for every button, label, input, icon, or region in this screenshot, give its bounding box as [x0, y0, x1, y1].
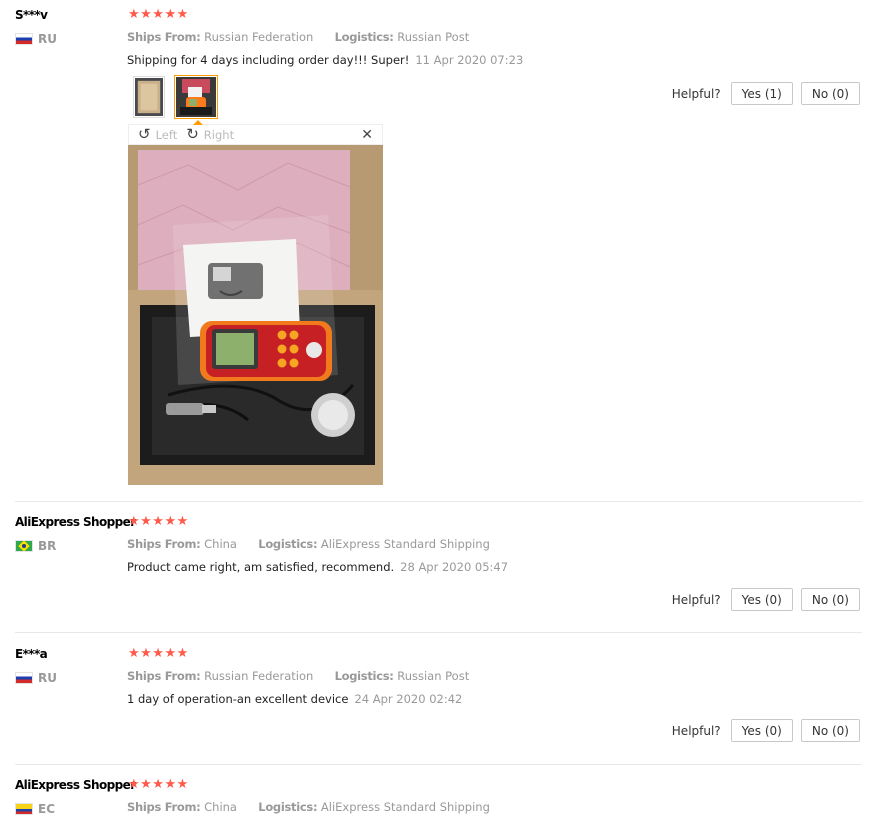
star-rating: ★★★★★ — [128, 514, 189, 529]
review-text: 1 day of operation-an excellent device 24… — [127, 692, 462, 706]
brazil-flag-icon — [15, 540, 33, 552]
country-code: RU — [38, 671, 57, 685]
ships-from-value: China — [204, 537, 237, 551]
helpful-label: Helpful? — [671, 86, 721, 101]
reviewer-country: RU — [15, 671, 57, 685]
rotate-left-label: Left — [155, 127, 178, 142]
review-body: Product came right, am satisfied, recomm… — [127, 560, 395, 574]
review-date: 11 Apr 2020 07:23 — [415, 53, 524, 67]
helpful-vote: Helpful? Yes (0) No (0) — [672, 588, 860, 611]
ships-from-label: Ships From: — [127, 537, 201, 551]
review-divider — [15, 501, 862, 502]
helpful-label: Helpful? — [671, 592, 721, 607]
country-code: EC — [38, 802, 56, 816]
helpful-label: Helpful? — [671, 723, 721, 738]
review-divider — [15, 632, 862, 633]
helpful-vote: Helpful? Yes (1) No (0) — [672, 82, 860, 105]
reviewer-name: AliExpress Shopper — [15, 778, 136, 792]
close-icon[interactable]: ✕ — [361, 127, 373, 143]
photo-thumbnail-selected[interactable] — [174, 75, 218, 119]
image-viewer-toolbar: ↺ Left ↻ Right ✕ — [128, 120, 383, 145]
review-text: Shipping for 4 days including order day!… — [127, 53, 523, 67]
ecuador-flag-icon — [15, 803, 33, 815]
logistics-label: Logistics: — [334, 669, 394, 683]
reviewer-name: AliExpress Shopper — [15, 515, 136, 529]
russia-flag-icon — [15, 33, 33, 45]
ships-from-label: Ships From: — [127, 30, 201, 44]
logistics-value: Russian Post — [397, 30, 470, 44]
shipping-info: Ships From: China Logistics: AliExpress … — [127, 800, 490, 814]
logistics-label: Logistics: — [334, 30, 394, 44]
helpful-no-button[interactable]: No (0) — [800, 588, 860, 611]
shipping-info: Ships From: Russian Federation Logistics… — [127, 669, 469, 683]
reviewer-country: BR — [15, 539, 56, 553]
reviewer-name: S***v — [15, 8, 48, 22]
rotate-right-label: Right — [203, 127, 235, 142]
review-divider — [15, 764, 862, 765]
photo-thumbnail[interactable] — [133, 76, 165, 118]
country-code: BR — [38, 539, 57, 553]
photo-thumbnails — [133, 75, 218, 119]
reviewer-country: EC — [15, 802, 55, 816]
helpful-yes-button[interactable]: Yes (1) — [730, 82, 793, 105]
country-code: RU — [38, 32, 57, 46]
reviewer-name: E***a — [15, 647, 48, 661]
review-date: 28 Apr 2020 05:47 — [400, 560, 509, 574]
helpful-yes-button[interactable]: Yes (0) — [730, 588, 793, 611]
rotate-right-icon: ↻ — [186, 125, 199, 143]
rotate-left-icon: ↺ — [138, 125, 151, 143]
star-rating: ★★★★★ — [128, 7, 189, 22]
review-body: Shipping for 4 days including order day!… — [127, 53, 410, 67]
logistics-label: Logistics: — [258, 800, 318, 814]
ships-from-value: Russian Federation — [204, 669, 314, 683]
helpful-yes-button[interactable]: Yes (0) — [730, 719, 793, 742]
shipping-info: Ships From: China Logistics: AliExpress … — [127, 537, 490, 551]
russia-flag-icon — [15, 672, 33, 684]
helpful-no-button[interactable]: No (0) — [800, 719, 860, 742]
review-text: Product came right, am satisfied, recomm… — [127, 560, 508, 574]
logistics-value: AliExpress Standard Shipping — [320, 800, 490, 814]
logistics-value: AliExpress Standard Shipping — [320, 537, 490, 551]
rotate-right-button[interactable]: ↻ Right — [186, 127, 234, 142]
ships-from-value: Russian Federation — [204, 30, 314, 44]
ships-from-label: Ships From: — [127, 669, 201, 683]
ships-from-value: China — [204, 800, 237, 814]
review-date: 24 Apr 2020 02:42 — [354, 692, 463, 706]
star-rating: ★★★★★ — [128, 646, 189, 661]
shipping-info: Ships From: Russian Federation Logistics… — [127, 30, 469, 44]
ships-from-label: Ships From: — [127, 800, 201, 814]
rotate-left-button[interactable]: ↺ Left — [138, 127, 177, 142]
star-rating: ★★★★★ — [128, 777, 189, 792]
selected-indicator-arrow — [193, 120, 203, 125]
review-feed: S***v RU ★★★★★ Ships From: Russian Feder… — [0, 0, 870, 818]
logistics-label: Logistics: — [258, 537, 318, 551]
logistics-value: Russian Post — [397, 669, 470, 683]
helpful-no-button[interactable]: No (0) — [800, 82, 860, 105]
review-body: 1 day of operation-an excellent device — [127, 692, 349, 706]
reviewer-country: RU — [15, 32, 57, 46]
helpful-vote: Helpful? Yes (0) No (0) — [672, 719, 860, 742]
review-photo-large[interactable] — [128, 145, 383, 485]
